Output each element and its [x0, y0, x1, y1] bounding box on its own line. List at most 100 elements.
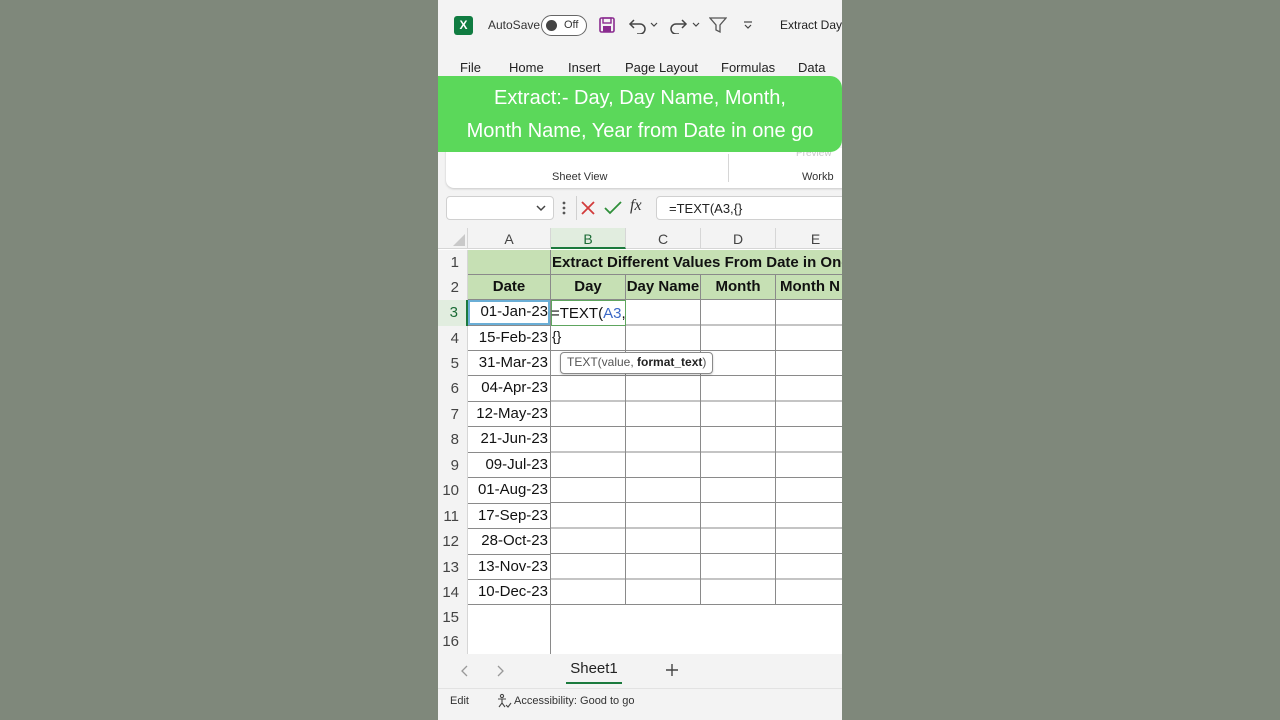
- row-header[interactable]: 13: [438, 555, 468, 580]
- row-header[interactable]: 4: [438, 326, 468, 351]
- accessibility-text: Accessibility: Good to go: [514, 695, 635, 707]
- status-mode: Edit: [450, 695, 469, 707]
- header-cell-month[interactable]: Month: [701, 275, 776, 300]
- accessibility-icon: [498, 693, 512, 708]
- date-cell[interactable]: 28-Oct-23: [468, 529, 551, 555]
- banner-line-2: Month Name, Year from Date in one go: [466, 120, 814, 142]
- tab-data[interactable]: Data: [798, 60, 825, 75]
- customize-toolbar-icon[interactable]: [740, 13, 756, 37]
- date-cell[interactable]: 17-Sep-23: [468, 504, 551, 529]
- cancel-icon[interactable]: [578, 198, 598, 218]
- table-body-cells: [551, 300, 842, 605]
- tooltip-close-paren: ): [702, 355, 707, 369]
- row-header[interactable]: 12: [438, 529, 468, 555]
- undo-icon[interactable]: [628, 13, 648, 37]
- tab-insert[interactable]: Insert: [568, 60, 601, 75]
- filter-icon[interactable]: [708, 13, 728, 37]
- ribbon-group-sheet-view: Sheet View: [552, 171, 608, 183]
- row-header[interactable]: 5: [438, 351, 468, 376]
- row-header[interactable]: 15: [438, 605, 468, 629]
- spreadsheet-grid[interactable]: A B C D E 1 2 3 4 5 6 7 8 9 10 11 12 13 …: [438, 228, 842, 654]
- redo-icon[interactable]: [668, 13, 688, 37]
- date-cell[interactable]: 04-Apr-23: [468, 376, 551, 402]
- excel-window: X AutoSave Off Extract Day File Home Ins…: [438, 0, 842, 720]
- header-cell-day-name[interactable]: Day Name: [626, 275, 701, 300]
- select-all-corner[interactable]: [438, 228, 468, 249]
- empty-grid-area[interactable]: [468, 605, 842, 654]
- ribbon-group-workbook: Workb: [802, 171, 834, 183]
- excel-logo-icon: X: [454, 16, 473, 35]
- tab-formulas[interactable]: Formulas: [721, 60, 775, 75]
- row-header[interactable]: 1: [438, 250, 468, 275]
- tooltip-function-text: TEXT(value,: [567, 355, 638, 369]
- undo-dropdown-chevron-icon[interactable]: [649, 13, 659, 37]
- name-box[interactable]: [446, 196, 554, 220]
- editor-ref-text: A3: [603, 305, 622, 322]
- accessibility-status[interactable]: Accessibility: Good to go: [496, 693, 634, 709]
- enter-check-icon[interactable]: [603, 198, 623, 218]
- date-cell[interactable]: 01-Jan-23: [468, 300, 551, 326]
- row-header[interactable]: 8: [438, 427, 468, 453]
- column-header-c[interactable]: C: [626, 228, 701, 249]
- date-cell[interactable]: 13-Nov-23: [468, 555, 551, 580]
- sheet-tabs-bar: Sheet1: [438, 654, 842, 688]
- header-cell-month-name[interactable]: Month N: [776, 275, 842, 300]
- date-cell[interactable]: 21-Jun-23: [468, 427, 551, 453]
- row-header[interactable]: 10: [438, 478, 468, 504]
- row-header[interactable]: 3: [438, 300, 468, 326]
- autosave-label: AutoSave: [488, 18, 541, 32]
- title-bar: X AutoSave Off Extract Day: [438, 0, 842, 52]
- redo-dropdown-chevron-icon[interactable]: [691, 13, 701, 37]
- autosave-toggle[interactable]: Off: [541, 15, 587, 36]
- header-cell-day[interactable]: Day: [551, 275, 626, 300]
- date-cell[interactable]: 31-Mar-23: [468, 351, 551, 376]
- ribbon-panel: Preview Sheet View Workb: [446, 148, 842, 188]
- status-bar: Edit Accessibility: Good to go: [438, 688, 842, 714]
- date-cell[interactable]: 15-Feb-23: [468, 326, 551, 351]
- editor-comma-text: ,: [621, 305, 626, 322]
- formula-input[interactable]: =TEXT(A3,{}: [656, 196, 842, 220]
- row-header[interactable]: 7: [438, 402, 468, 427]
- column-header-a[interactable]: A: [468, 228, 551, 249]
- autosave-state: Off: [564, 19, 579, 31]
- formula-bar: fx =TEXT(A3,{}: [438, 196, 842, 222]
- column-a-border: [550, 605, 551, 654]
- cell-editor-text[interactable]: =TEXT(A3,: [551, 304, 626, 324]
- formula-bar-divider: [576, 196, 577, 220]
- scroll-right-icon[interactable]: [492, 662, 508, 680]
- row-header[interactable]: 11: [438, 504, 468, 529]
- ribbon-divider: [728, 154, 729, 182]
- sheet-tab-sheet1[interactable]: Sheet1: [564, 654, 624, 684]
- row-header[interactable]: 16: [438, 629, 468, 654]
- date-cell[interactable]: 10-Dec-23: [468, 580, 551, 605]
- save-icon[interactable]: [598, 13, 616, 37]
- name-box-chevron-icon[interactable]: [535, 201, 547, 220]
- row-header[interactable]: 2: [438, 275, 468, 300]
- table-title-cell[interactable]: Extract Different Values From Date in On…: [551, 250, 842, 275]
- function-tooltip[interactable]: TEXT(value, format_text): [560, 352, 714, 374]
- row-header[interactable]: 9: [438, 453, 468, 478]
- date-cell[interactable]: 01-Aug-23: [468, 478, 551, 504]
- cell-editor-line-2[interactable]: {}: [552, 328, 561, 344]
- date-cell[interactable]: 09-Jul-23: [468, 453, 551, 478]
- row-header[interactable]: 14: [438, 580, 468, 605]
- more-options-icon[interactable]: [560, 198, 568, 218]
- scroll-left-icon[interactable]: [457, 662, 473, 680]
- header-cell-date[interactable]: Date: [468, 275, 551, 300]
- tab-home[interactable]: Home: [509, 60, 544, 75]
- tab-page-layout[interactable]: Page Layout: [625, 60, 698, 75]
- cell-a1[interactable]: [468, 250, 551, 275]
- date-cell[interactable]: 12-May-23: [468, 402, 551, 427]
- add-sheet-icon[interactable]: [662, 659, 682, 681]
- column-header-e[interactable]: E: [776, 228, 842, 249]
- row-header[interactable]: 6: [438, 376, 468, 402]
- banner-line-1: Extract:- Day, Day Name, Month,: [494, 87, 786, 109]
- tab-file[interactable]: File: [460, 60, 481, 75]
- title-banner: Extract:- Day, Day Name, Month, Month Na…: [438, 76, 842, 152]
- tooltip-active-arg[interactable]: format_text: [637, 355, 702, 369]
- column-header-b[interactable]: B: [551, 228, 626, 249]
- column-header-d[interactable]: D: [701, 228, 776, 249]
- document-title: Extract Day: [780, 18, 842, 32]
- toggle-knob: [546, 20, 557, 31]
- insert-function-icon[interactable]: fx: [630, 197, 642, 215]
